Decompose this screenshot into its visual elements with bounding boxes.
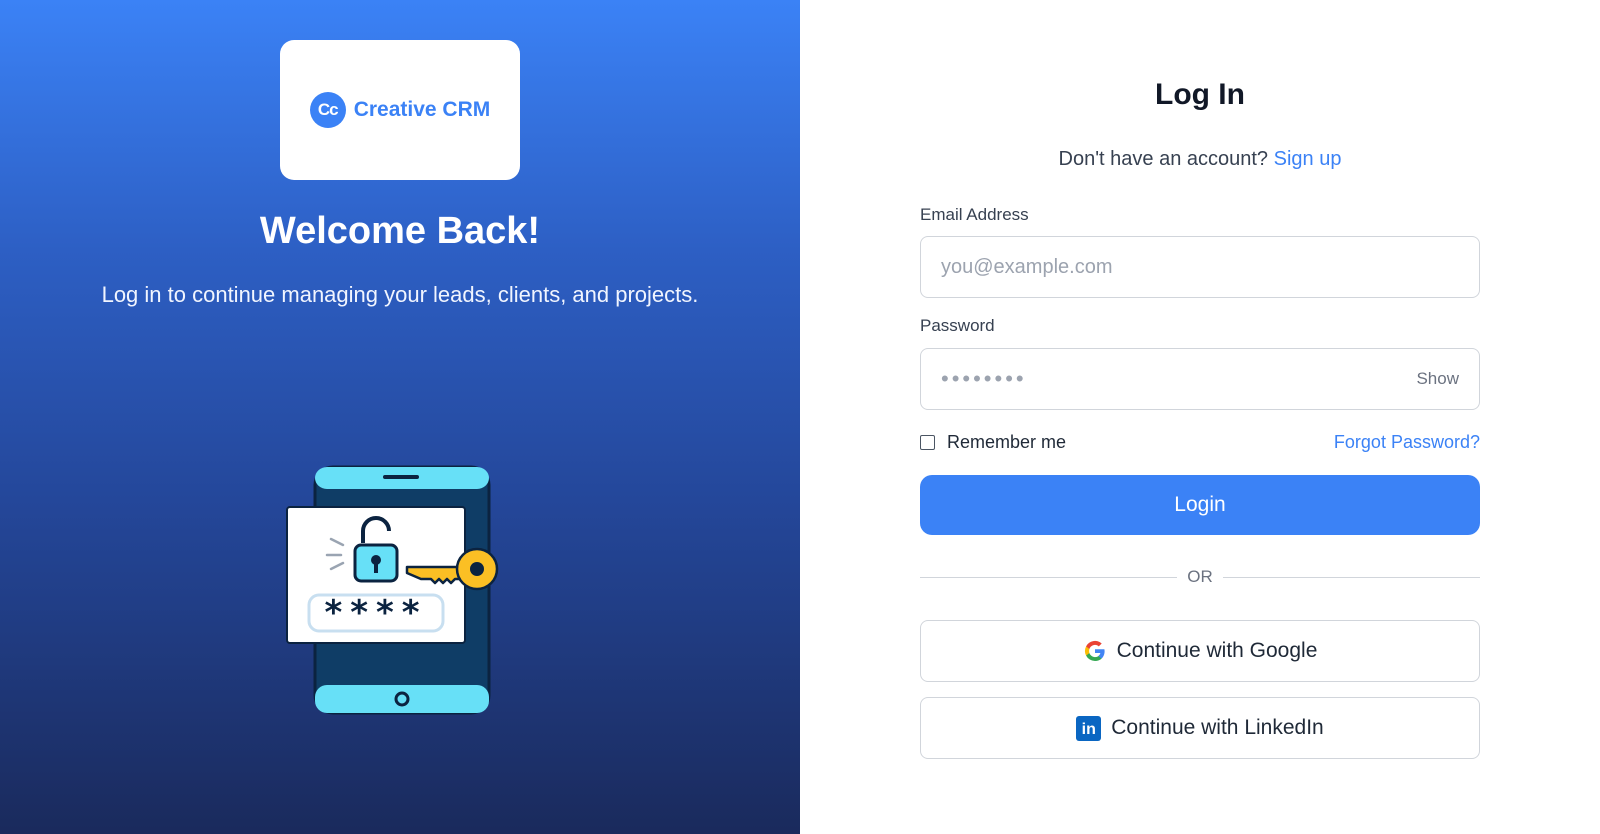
signup-link[interactable]: Sign up — [1274, 148, 1342, 170]
hero-title: Welcome Back! — [259, 210, 541, 252]
logo-card: Cc Creative CRM — [280, 40, 520, 180]
padlock-keyhole-slot — [374, 561, 378, 573]
linkedin-login-label: Continue with LinkedIn — [1111, 716, 1324, 739]
password-label: Password — [920, 316, 995, 335]
login-title: Log In — [1155, 78, 1245, 111]
remember-me-checkbox[interactable] — [920, 435, 935, 450]
key-hole — [470, 562, 484, 576]
hero-panel: Cc Creative CRM Welcome Back! Log in to … — [0, 0, 800, 834]
phone-speaker — [383, 475, 419, 479]
password-field[interactable]: •••••••• Show — [920, 348, 1480, 410]
divider-line — [1222, 576, 1480, 578]
forgot-password-link[interactable]: Forgot Password? — [1280, 432, 1480, 453]
linkedin-icon: in — [1076, 715, 1102, 741]
remember-me-label: Remember me — [947, 432, 1067, 452]
login-button[interactable]: Login — [920, 475, 1480, 535]
password-masked-value: •••••••• — [941, 366, 1027, 391]
signup-prompt-text: Don't have an account? — [1058, 148, 1269, 170]
show-password-button[interactable]: Show — [1416, 369, 1459, 389]
passcode-text: **** — [324, 593, 427, 633]
google-login-label: Continue with Google — [1116, 639, 1318, 662]
google-login-button[interactable]: Continue with Google — [920, 620, 1480, 682]
divider-line — [920, 576, 1178, 578]
email-label: Email Address — [920, 205, 1029, 224]
or-divider: OR — [920, 567, 1480, 587]
divider-label: OR — [1187, 567, 1213, 586]
brand-name: Creative CRM — [353, 98, 491, 121]
phone-lock-illustration: **** — [286, 465, 499, 715]
linkedin-login-button[interactable]: in Continue with LinkedIn — [920, 697, 1480, 759]
remember-me[interactable]: Remember me — [920, 432, 1066, 453]
hero-subtitle: Log in to continue managing your leads, … — [101, 282, 699, 307]
phone-bottom-bar — [315, 685, 489, 713]
email-field[interactable]: you@example.com — [920, 236, 1480, 298]
signup-prompt: Don't have an account? Sign up — [920, 148, 1480, 171]
creative-crm-logo-icon: Cc — [309, 92, 346, 128]
google-icon — [1084, 640, 1105, 661]
email-placeholder: you@example.com — [941, 255, 1113, 278]
